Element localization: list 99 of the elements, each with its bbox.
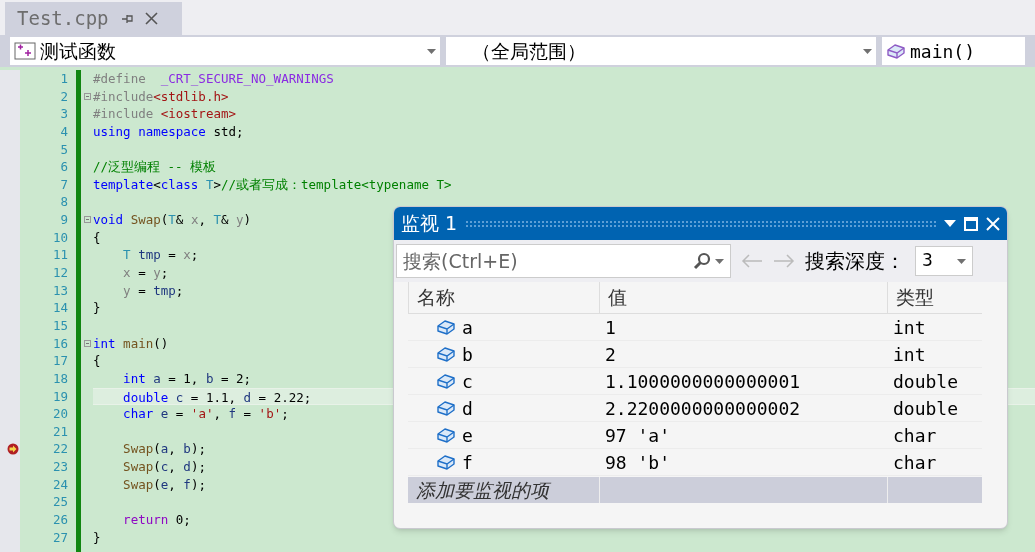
cube-icon [436, 425, 456, 445]
variable-type: int [893, 342, 926, 367]
code-line: T tmp = x; [122, 247, 199, 263]
code-line: #include<stdlib.h> [93, 88, 229, 104]
function-icon [14, 41, 36, 61]
variable-type: char [893, 423, 937, 448]
code-line: char e = 'a', f = 'b'; [122, 406, 289, 422]
line-number: 26 [52, 511, 68, 529]
line-number: 24 [52, 475, 68, 494]
variable-value: 2 [605, 342, 616, 367]
code-line: #define _CRT_SECURE_NO_WARNINGS [93, 71, 334, 86]
code-line: //泛型编程 -- 模板 [93, 159, 217, 175]
cube-icon [436, 344, 456, 364]
line-number: 25 [52, 493, 68, 511]
line-number: 8 [60, 193, 68, 212]
code-line: y = tmp; [122, 282, 184, 298]
search-icon[interactable] [693, 252, 711, 270]
line-number: 7 [60, 175, 68, 194]
scope-dropdown[interactable]: （全局范围） [446, 37, 876, 65]
variable-name: d [462, 396, 473, 421]
variable-name: c [462, 369, 473, 394]
line-number: 27 [52, 528, 68, 547]
collapse-icon[interactable] [84, 339, 91, 347]
code-line: int a = 1, b = 2; [122, 370, 252, 386]
search-depth-label: 搜索深度： [805, 248, 905, 275]
code-line: void Swap(T& x, T& y) [93, 212, 252, 228]
line-number: 9 [60, 211, 68, 229]
line-number: 19 [52, 387, 68, 406]
variable-name: a [462, 315, 473, 340]
watch-title-bar: 监视 1 [394, 207, 1007, 240]
line-number: 20 [52, 405, 68, 423]
variable-value: 1 [605, 315, 616, 340]
search-depth-dropdown[interactable]: 3 [915, 246, 973, 276]
cube-icon [436, 317, 456, 337]
column-header[interactable]: 类型 [887, 282, 982, 313]
search-input[interactable]: 搜索(Ctrl+E) [403, 246, 689, 276]
line-number: 17 [52, 352, 68, 370]
code-line: x = y; [122, 265, 169, 281]
code-line: #include <iostream> [93, 106, 236, 122]
line-number: 13 [52, 281, 68, 300]
code-line: { [93, 353, 101, 369]
variable-value: 2.2200000000000002 [605, 396, 801, 421]
code-line: double c = 1.1, d = 2.22; [122, 389, 312, 405]
line-number: 4 [60, 122, 68, 141]
variable-type: char [893, 450, 937, 475]
line-number: 16 [52, 334, 68, 353]
line-number: 15 [52, 316, 68, 335]
line-number: 10 [52, 228, 68, 247]
line-number: 12 [52, 264, 68, 282]
dropdown-caret-icon [715, 258, 724, 264]
line-number: 21 [52, 422, 68, 441]
line-number: 14 [52, 299, 68, 317]
variable-value: 97 'a' [605, 423, 671, 448]
dropdown-caret-icon[interactable] [944, 220, 956, 227]
code-line: { [93, 229, 101, 245]
code-line: int main() [93, 335, 169, 351]
search-field[interactable]: 搜索(Ctrl+E) [396, 244, 731, 278]
variable-type: double [893, 369, 959, 394]
pin-icon[interactable] [120, 12, 133, 25]
line-number: 1 [60, 70, 68, 88]
code-line: } [93, 529, 101, 545]
variable-type: int [893, 315, 926, 340]
line-number: 22 [52, 440, 68, 459]
code-line: Swap(e, f); [122, 476, 206, 492]
column-header[interactable]: 名称 [408, 282, 599, 313]
code-line: template<class T>//或者写成：template<typename T> [93, 176, 452, 192]
project-dropdown[interactable]: 测试函数 [10, 37, 440, 65]
column-header[interactable]: 值 [599, 282, 887, 313]
cube-icon [886, 41, 906, 61]
variable-name: e [462, 423, 473, 448]
code-line: Swap(c, d); [122, 459, 206, 475]
code-line: using namespace std; [93, 123, 244, 139]
member-dropdown[interactable]: main() [882, 37, 1025, 65]
maximize-icon[interactable] [964, 216, 978, 231]
line-number: 23 [52, 458, 68, 476]
line-number: 3 [60, 105, 68, 123]
line-number: 2 [60, 87, 68, 106]
line-number: 6 [60, 158, 68, 176]
dropdown-caret-icon [957, 258, 966, 264]
variable-name: f [462, 450, 473, 475]
cube-icon [436, 398, 456, 418]
code-line: Swap(a, b); [122, 441, 206, 457]
line-number: 11 [52, 246, 68, 265]
variable-type: double [893, 396, 959, 421]
line-number: 5 [60, 140, 68, 159]
collapse-icon[interactable] [84, 92, 91, 100]
code-line: } [93, 300, 101, 316]
variable-name: b [462, 342, 473, 367]
dropdown-caret-icon [427, 48, 436, 54]
variable-value: 98 'b' [605, 450, 671, 475]
line-number: 18 [52, 369, 68, 388]
cube-icon [436, 371, 456, 391]
code-line: return 0; [122, 512, 191, 527]
cube-icon [436, 452, 456, 472]
add-watch-row[interactable]: 添加要监视的项 [408, 477, 982, 503]
close-icon[interactable] [144, 12, 158, 25]
collapse-icon[interactable] [84, 216, 91, 224]
variable-value: 1.1000000000000001 [605, 369, 801, 394]
dropdown-caret-icon [863, 48, 872, 54]
